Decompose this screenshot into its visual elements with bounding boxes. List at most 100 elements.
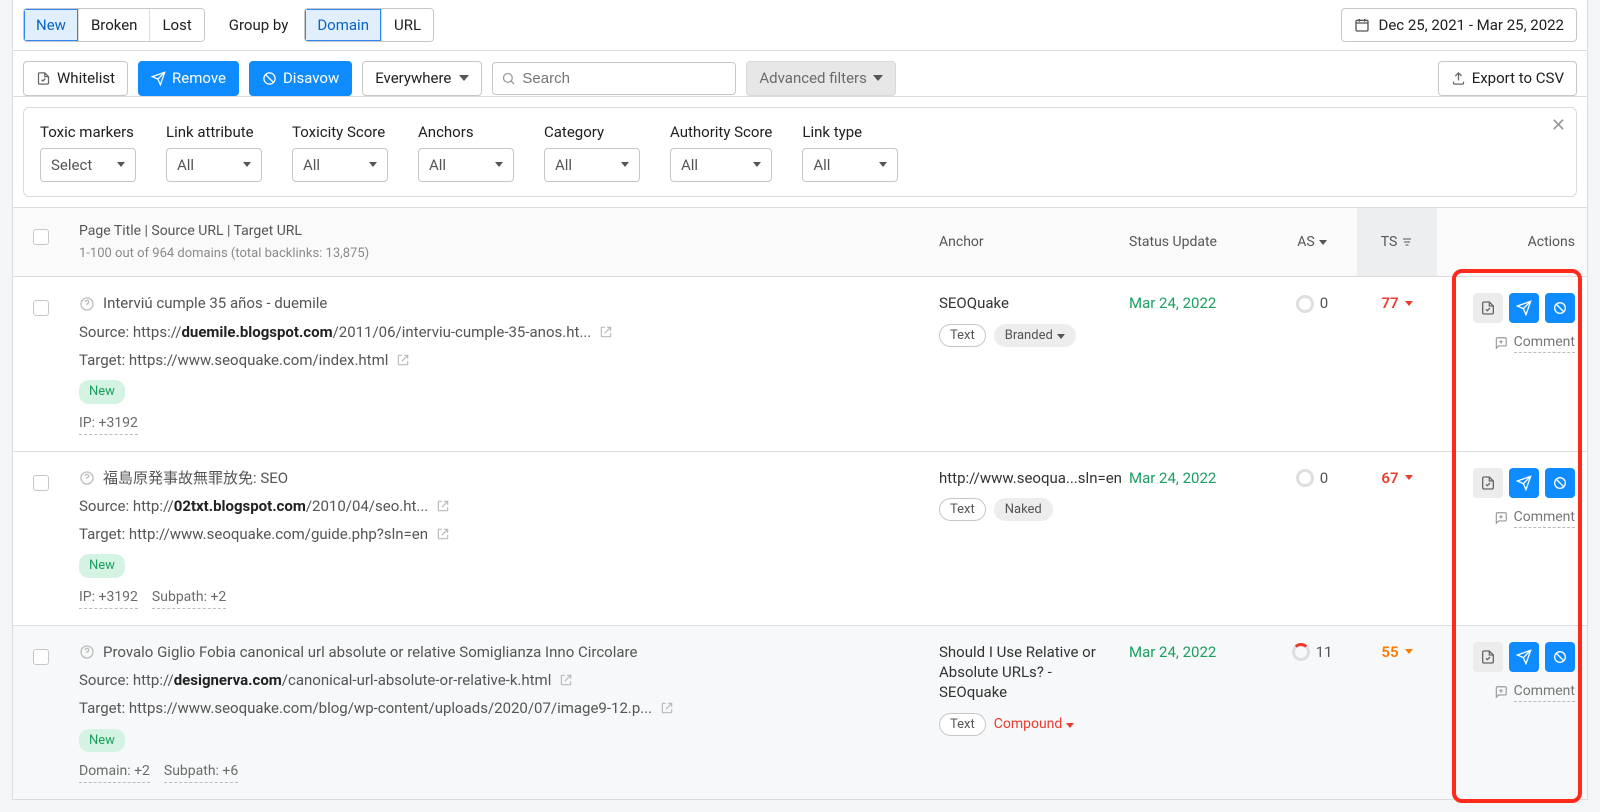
whitelist-button[interactable]: Whitelist — [23, 61, 128, 95]
row-remove-button[interactable] — [1509, 642, 1539, 672]
tab-lost[interactable]: Lost — [150, 9, 203, 41]
header-as[interactable]: AS — [1267, 208, 1357, 276]
anchor-chip[interactable]: Text — [939, 713, 986, 737]
scope-dropdown[interactable]: Everywhere — [362, 61, 482, 95]
remove-label: Remove — [172, 68, 226, 88]
status-cell: Mar 24, 2022 — [1117, 293, 1267, 313]
source-line: Source: https://duemile.blogspot.com/201… — [79, 322, 915, 342]
ts-cell[interactable]: 55 — [1357, 642, 1437, 662]
as-label: AS — [1297, 233, 1314, 252]
external-link-icon[interactable] — [559, 673, 573, 687]
page-title[interactable]: Provalo Giglio Fobia canonical url absol… — [103, 642, 637, 662]
group-by-url[interactable]: URL — [382, 9, 433, 41]
link-attribute-select[interactable]: All — [166, 148, 262, 182]
search-input[interactable] — [516, 63, 727, 94]
group-by-domain[interactable]: Domain — [305, 9, 382, 41]
action-toolbar: Whitelist Remove Disavow Everywhere Adva… — [12, 51, 1588, 96]
select-all-checkbox[interactable] — [33, 229, 49, 245]
group-by-label: Group by — [223, 15, 295, 35]
target-url[interactable]: https://www.seoquake.com/blog/wp-content… — [129, 699, 652, 717]
toxic-markers-select[interactable]: Select — [40, 148, 136, 182]
link-type-select[interactable]: All — [802, 148, 898, 182]
target-line: Target: https://www.seoquake.com/index.h… — [79, 350, 915, 370]
anchor-chip[interactable]: Naked — [994, 498, 1053, 522]
chevron-down-icon — [369, 162, 377, 167]
row-disavow-button[interactable] — [1545, 293, 1575, 323]
filters-area: ✕ Toxic markers Select Link attribute Al… — [12, 97, 1588, 209]
toxicity-score-select[interactable]: All — [292, 148, 388, 182]
filter-link-attribute: Link attribute All — [166, 122, 262, 183]
comment-button[interactable]: Comment — [1494, 682, 1575, 702]
row-disavow-button[interactable] — [1545, 642, 1575, 672]
row-remove-button[interactable] — [1509, 468, 1539, 498]
remove-button[interactable]: Remove — [138, 61, 239, 95]
header-status[interactable]: Status Update — [1117, 208, 1267, 276]
row-disavow-button[interactable] — [1545, 468, 1575, 498]
row-checkbox[interactable] — [33, 475, 49, 491]
ts-label: TS — [1381, 233, 1398, 252]
help-icon[interactable] — [79, 296, 95, 312]
ip-badge[interactable]: IP: +3192 — [79, 588, 138, 609]
filter-label: Link type — [802, 122, 898, 142]
help-icon[interactable] — [79, 644, 95, 660]
tab-broken[interactable]: Broken — [79, 9, 151, 41]
page-title[interactable]: Interviú cumple 35 años - duemile — [103, 293, 327, 313]
status-date: Mar 24, 2022 — [1129, 643, 1216, 661]
header-anchor[interactable]: Anchor — [927, 208, 1117, 276]
anchor-cell: Should I Use Relative or Absolute URLs? … — [927, 642, 1117, 736]
source-url[interactable]: http://designerva.com/canonical-url-abso… — [133, 671, 555, 689]
header-ts[interactable]: TS — [1357, 208, 1437, 276]
row-whitelist-button[interactable] — [1473, 293, 1503, 323]
domain-badge[interactable]: Domain: +2 — [79, 762, 150, 783]
row-checkbox[interactable] — [33, 300, 49, 316]
subpath-badge[interactable]: Subpath: +2 — [152, 588, 226, 609]
status-cell: Mar 24, 2022 — [1117, 468, 1267, 488]
chevron-down-icon — [1405, 649, 1413, 654]
row-whitelist-button[interactable] — [1473, 468, 1503, 498]
row-whitelist-button[interactable] — [1473, 642, 1503, 672]
export-csv-button[interactable]: Export to CSV — [1438, 61, 1577, 95]
comment-button[interactable]: Comment — [1494, 333, 1575, 353]
ts-cell[interactable]: 67 — [1357, 468, 1437, 488]
anchors-select[interactable]: All — [418, 148, 514, 182]
external-link-icon[interactable] — [660, 701, 674, 715]
source-url[interactable]: https://duemile.blogspot.com/2011/06/int… — [133, 323, 595, 341]
target-label: Target: — [79, 525, 125, 543]
target-url[interactable]: http://www.seoquake.com/guide.php?sln=en — [129, 525, 428, 543]
header-main[interactable]: Page Title | Source URL | Target URL 1-1… — [67, 208, 927, 276]
compound-chip[interactable]: Compound — [994, 713, 1084, 736]
ts-cell[interactable]: 77 — [1357, 293, 1437, 313]
filter-link-type: Link type All — [802, 122, 898, 183]
external-link-icon[interactable] — [436, 499, 450, 513]
advanced-filters-label: Advanced filters — [759, 68, 866, 88]
authority-score-select[interactable]: All — [670, 148, 772, 182]
category-select[interactable]: All — [544, 148, 640, 182]
disavow-button[interactable]: Disavow — [249, 61, 352, 95]
external-link-icon[interactable] — [396, 353, 410, 367]
advanced-filters-button[interactable]: Advanced filters — [746, 61, 895, 95]
filter-category: Category All — [544, 122, 640, 183]
subpath-badge[interactable]: Subpath: +6 — [164, 762, 238, 783]
date-range-button[interactable]: Dec 25, 2021 - Mar 25, 2022 — [1341, 8, 1577, 42]
column-title: Page Title | Source URL | Target URL — [79, 222, 915, 241]
close-filters-icon[interactable]: ✕ — [1551, 114, 1566, 138]
anchor-chip[interactable]: Branded — [994, 324, 1076, 348]
top-bar: New Broken Lost Group by Domain URL Dec … — [12, 0, 1588, 51]
comment-button[interactable]: Comment — [1494, 508, 1575, 528]
source-url[interactable]: http://02txt.blogspot.com/2010/04/seo.ht… — [133, 497, 432, 515]
row-badges: New — [79, 554, 915, 578]
anchor-chip[interactable]: Text — [939, 324, 986, 348]
page-title[interactable]: 福島原発事故無罪放免: SEO — [103, 468, 288, 488]
search-box[interactable] — [492, 62, 736, 95]
anchor-chip[interactable]: Text — [939, 498, 986, 522]
row-remove-button[interactable] — [1509, 293, 1539, 323]
target-url[interactable]: https://www.seoquake.com/index.html — [129, 351, 389, 369]
help-icon[interactable] — [79, 470, 95, 486]
tab-new[interactable]: New — [24, 9, 79, 41]
external-link-icon[interactable] — [599, 325, 613, 339]
anchor-text: SEOQuake — [939, 293, 1105, 313]
ip-badge[interactable]: IP: +3192 — [79, 414, 138, 435]
row-checkbox[interactable] — [33, 649, 49, 665]
as-cell: 0 — [1267, 293, 1357, 313]
external-link-icon[interactable] — [436, 527, 450, 541]
